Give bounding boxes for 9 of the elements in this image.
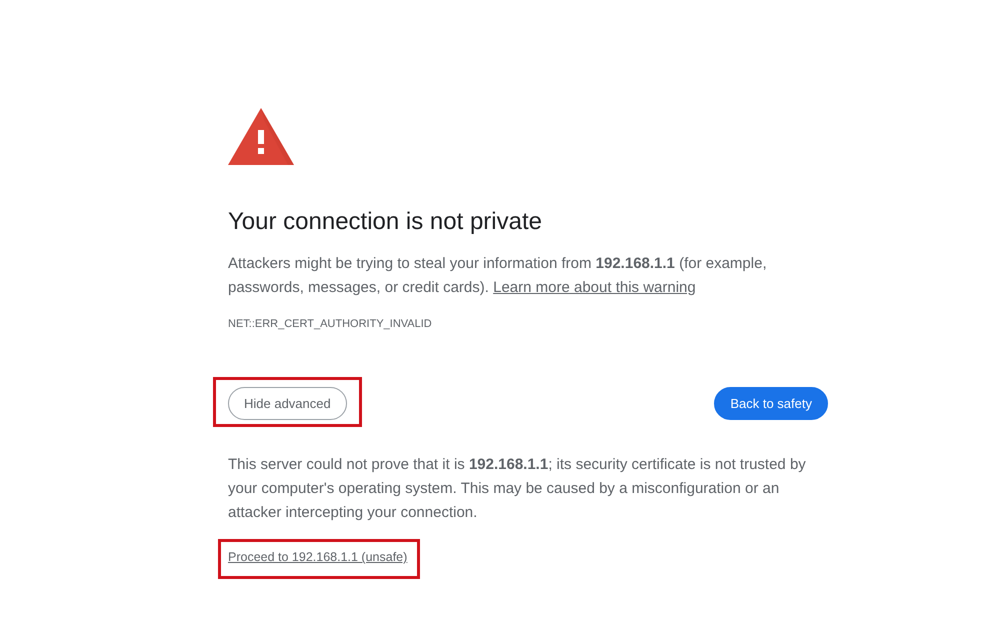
warning-icon <box>228 108 294 165</box>
page-heading: Your connection is not private <box>228 207 542 237</box>
learn-more-link[interactable]: Learn more about this warning <box>493 279 696 296</box>
proceed-link[interactable]: Proceed to 192.168.1.1 (unsafe) <box>228 549 408 565</box>
error-code: NET::ERR_CERT_AUTHORITY_INVALID <box>228 317 432 332</box>
details-message: This server could not prove that it is 192.168.1.1; its security certificate is not trusted by your computer's operating system. This may be caused by a misconfiguration or an attacker intercepting your connection. <box>228 455 807 523</box>
warning-message: Attackers might be trying to steal your information from 192.168.1.1 (for example, passwords, messages, or credit cards). Learn more about this warning <box>228 254 768 298</box>
back-button[interactable]: Back to safety <box>714 387 828 420</box>
advanced-toggle-button[interactable]: Hide advanced <box>228 387 347 420</box>
